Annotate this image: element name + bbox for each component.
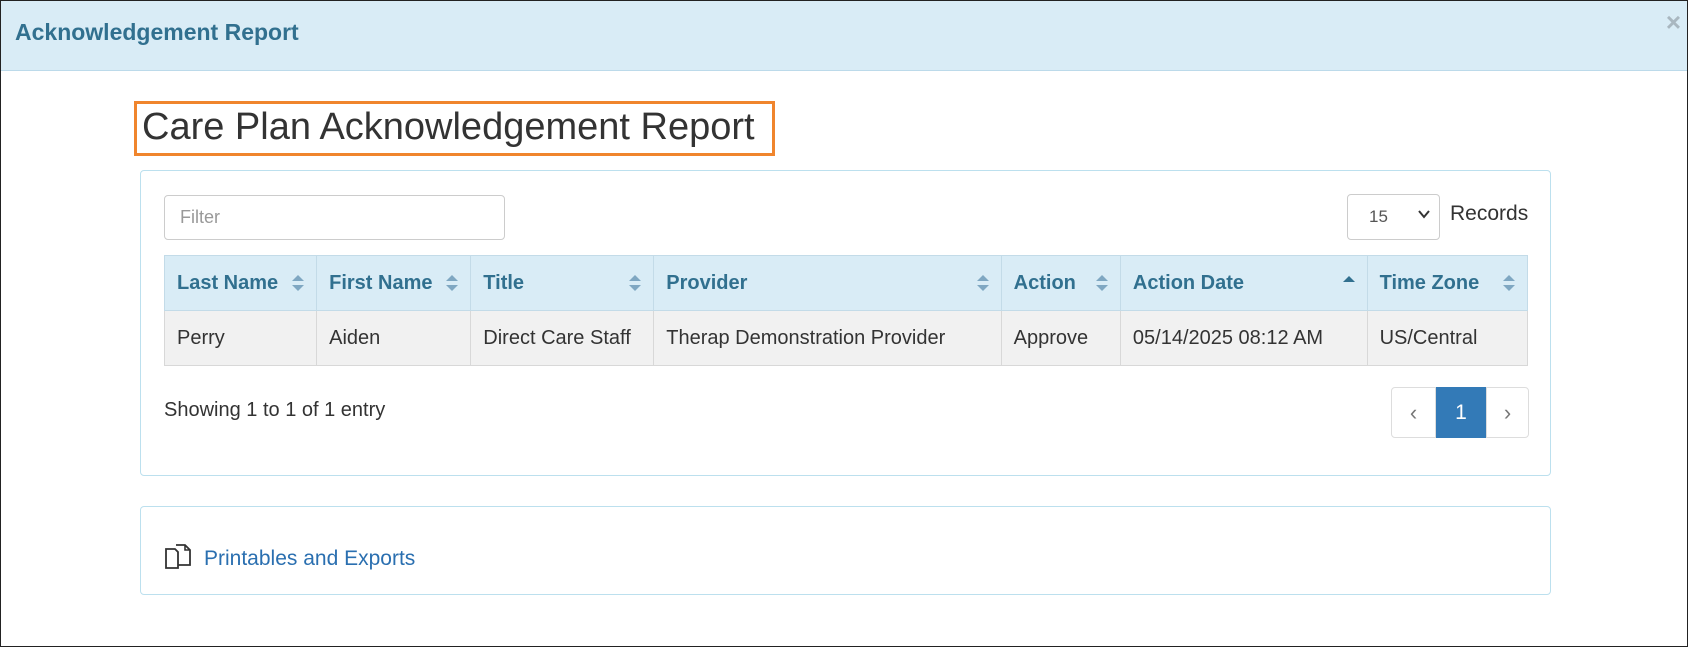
page-title-highlight: Care Plan Acknowledgement Report xyxy=(134,101,775,156)
column-header-last-name[interactable]: Last Name xyxy=(163,255,318,311)
column-header-title[interactable]: Title xyxy=(470,255,655,311)
column-header-action-date[interactable]: Action Date xyxy=(1119,255,1368,311)
sort-both-icon xyxy=(446,275,459,291)
report-panel: 15 Records Last Name First Name xyxy=(140,170,1551,476)
column-header-label: Time Zone xyxy=(1379,271,1480,294)
column-header-label: Last Name xyxy=(177,271,279,294)
page-1-button[interactable]: 1 xyxy=(1436,387,1486,438)
column-header-action[interactable]: Action xyxy=(1000,255,1121,311)
sort-both-icon xyxy=(976,275,989,291)
table-header-row: Last Name First Name Title Provider Acti… xyxy=(163,255,1529,311)
cell-first-name: Aiden xyxy=(316,310,472,366)
column-header-label: Action xyxy=(1013,271,1076,294)
sort-both-icon xyxy=(1503,275,1515,291)
pagination: ‹ 1 › xyxy=(1391,387,1529,438)
cell-provider: Therap Demonstration Provider xyxy=(653,310,1002,366)
chevron-down-icon xyxy=(1418,210,1430,219)
modal-title: Acknowledgement Report xyxy=(15,19,299,45)
records-per-page-value: 15 xyxy=(1369,207,1388,226)
filter-input[interactable] xyxy=(164,195,505,240)
column-header-label: Action Date xyxy=(1132,271,1245,294)
page-title: Care Plan Acknowledgement Report xyxy=(142,106,755,148)
records-label: Records xyxy=(1450,202,1529,225)
cell-last-name: Perry xyxy=(163,310,318,366)
cell-title: Direct Care Staff xyxy=(470,310,655,366)
previous-page-button[interactable]: ‹ xyxy=(1391,387,1436,438)
showing-entries-text: Showing 1 to 1 of 1 entry xyxy=(164,399,386,421)
column-header-time-zone[interactable]: Time Zone xyxy=(1366,255,1529,311)
cell-time-zone: US/Central xyxy=(1366,310,1529,366)
cell-action: Approve xyxy=(1000,310,1121,366)
next-page-button[interactable]: › xyxy=(1486,387,1529,438)
sort-ascending-icon xyxy=(1342,276,1355,282)
sort-both-icon xyxy=(629,275,642,291)
exports-panel: Printables and Exports xyxy=(140,506,1551,595)
modal-header: Acknowledgement Report × xyxy=(1,1,1687,71)
column-header-label: Title xyxy=(483,271,525,294)
column-header-label: Provider xyxy=(666,271,748,294)
printables-and-exports-link[interactable]: Printables and Exports xyxy=(204,547,415,571)
table-row[interactable]: Perry Aiden Direct Care Staff Therap Dem… xyxy=(163,310,1529,366)
acknowledgement-table: Last Name First Name Title Provider Acti… xyxy=(163,255,1529,366)
column-header-label: First Name xyxy=(329,271,433,294)
sort-both-icon xyxy=(292,275,305,291)
records-per-page-select[interactable]: 15 xyxy=(1347,194,1440,240)
column-header-provider[interactable]: Provider xyxy=(653,255,1002,311)
copy-documents-icon xyxy=(165,544,191,569)
cell-action-date: 05/14/2025 08:12 AM xyxy=(1119,310,1368,366)
sort-both-icon xyxy=(1095,275,1108,291)
close-button[interactable]: × xyxy=(1666,9,1681,35)
acknowledgement-report-modal: Acknowledgement Report × Care Plan Ackno… xyxy=(0,0,1688,647)
column-header-first-name[interactable]: First Name xyxy=(316,255,472,311)
